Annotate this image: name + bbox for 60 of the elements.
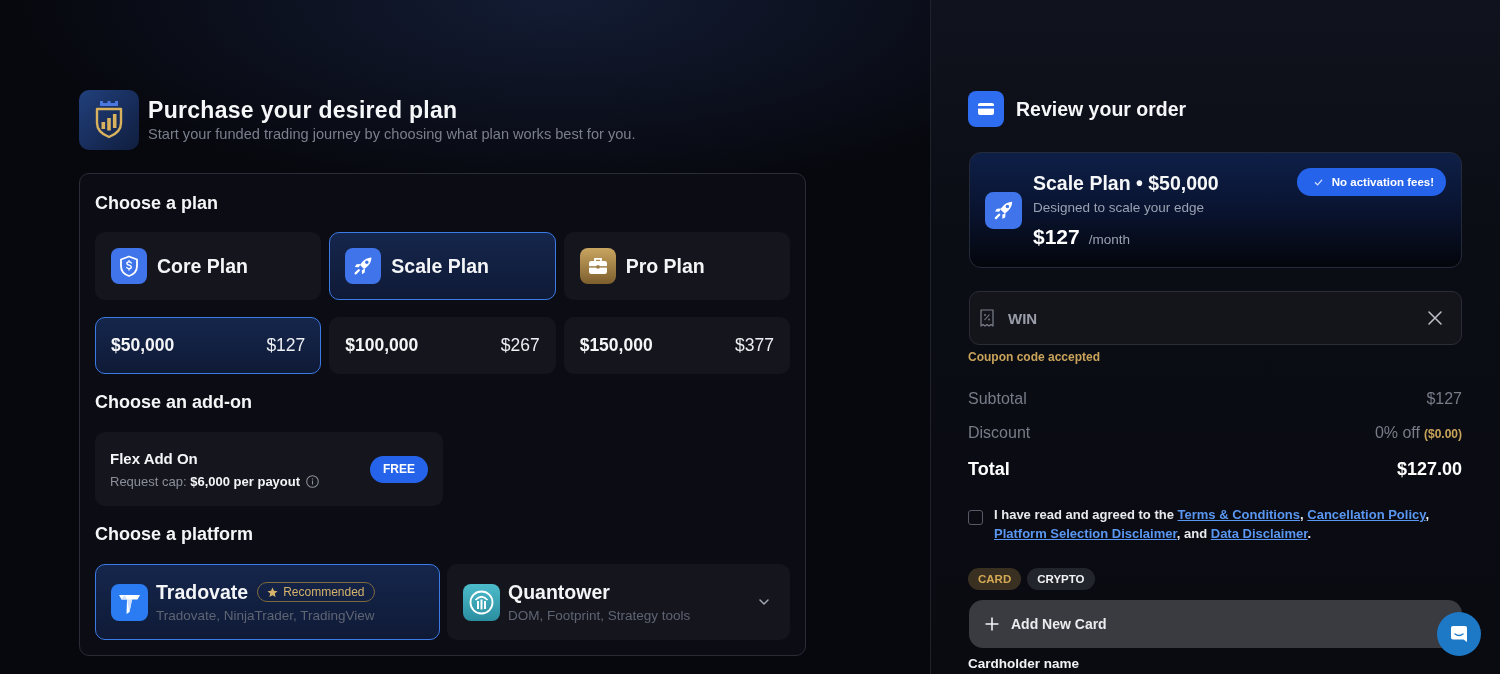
agreement-text: I have read and agreed to the Terms & Conditions, Cancellation Policy, Platform Selection Disclaimer, and Data Disclaimer. xyxy=(994,506,1431,543)
add-card-button[interactable]: Add New Card xyxy=(969,600,1462,648)
platform-option[interactable]: Quantower DOM, Footprint, Strategy tools xyxy=(447,564,790,640)
faceted-shape-icon xyxy=(111,583,148,621)
total-value: $127.00 xyxy=(1396,458,1462,480)
section-heading: Choose a platform xyxy=(95,523,255,545)
order-plan-title: Scale Plan • $50,000 xyxy=(1033,170,1219,195)
account-size-option[interactable]: $150,000 $377 xyxy=(563,317,790,374)
chat-bubble-icon xyxy=(1449,624,1469,644)
discount-amount: ($0.00) xyxy=(1423,427,1462,441)
policy-link[interactable]: Data Disclaimer xyxy=(1210,526,1308,541)
addon-card[interactable]: Flex Add On Request cap: $6,000 per payout FREE xyxy=(95,432,443,506)
rocket-icon xyxy=(345,248,382,284)
free-badge: FREE xyxy=(370,455,428,483)
platform-option[interactable]: Tradovate Recommended Tradovate, NinjaTrader, TradingView xyxy=(95,564,440,640)
shield-dollar-icon xyxy=(111,248,147,284)
credit-card-icon xyxy=(968,91,1004,127)
coupon-field[interactable]: WIN xyxy=(969,291,1462,345)
payment-method-tab[interactable]: CRYPTO xyxy=(1027,568,1095,590)
coupon-status: Coupon code accepted xyxy=(968,350,1102,364)
chat-button[interactable] xyxy=(1437,612,1481,656)
clear-coupon-button[interactable] xyxy=(1427,310,1443,326)
account-size-option[interactable]: $100,000 $267 xyxy=(329,317,556,374)
summary-value: $127 xyxy=(1426,390,1462,408)
summary-value: 0% off xyxy=(1374,424,1420,442)
agreement-checkbox[interactable] xyxy=(968,510,983,525)
summary-label: Subtotal xyxy=(968,390,1027,408)
policy-link[interactable]: Cancellation Policy xyxy=(1307,507,1426,522)
policy-link[interactable]: Platform Selection Disclaimer xyxy=(994,526,1177,541)
coupon-code-input[interactable]: WIN xyxy=(1008,309,1414,327)
check-icon xyxy=(1313,177,1323,187)
order-price: $127 xyxy=(1033,223,1080,250)
addon-description: Request cap: $6,000 per payout xyxy=(110,473,301,490)
badge-label: No activation fees! xyxy=(1331,176,1434,188)
section-heading: Choose a plan xyxy=(95,192,220,214)
price-period: /month xyxy=(1088,231,1130,247)
total-label: Total xyxy=(968,458,1010,480)
section-heading: Choose an add-on xyxy=(95,391,253,413)
payment-method-tab[interactable]: CARD xyxy=(968,568,1022,590)
shield-chart-icon xyxy=(79,90,139,150)
chevron-down-icon xyxy=(758,596,770,608)
plan-option[interactable]: Core Plan xyxy=(95,232,322,300)
page-title: Purchase your desired plan xyxy=(148,97,459,124)
order-plan-subtitle: Designed to scale your edge xyxy=(1033,198,1206,216)
ticket-percent-icon xyxy=(979,309,995,327)
briefcase-icon xyxy=(579,248,616,284)
rocket-icon xyxy=(985,191,1022,229)
summary-label: Discount xyxy=(968,424,1031,442)
plan-option[interactable]: Scale Plan xyxy=(329,232,556,300)
addon-title: Flex Add On xyxy=(110,448,199,468)
plus-icon xyxy=(985,617,999,631)
plan-option[interactable]: Pro Plan xyxy=(563,232,790,300)
badge-label: Recommended xyxy=(283,585,365,599)
cardholder-label: Cardholder name xyxy=(968,656,1081,671)
star-icon xyxy=(267,586,279,598)
info-icon xyxy=(306,475,320,488)
close-icon xyxy=(1427,310,1443,326)
page-subtitle: Start your funded trading journey by choosing what plan works best for you. xyxy=(148,126,636,143)
account-size-option[interactable]: $50,000 $127 xyxy=(95,317,322,374)
review-title: Review your order xyxy=(1016,97,1187,121)
